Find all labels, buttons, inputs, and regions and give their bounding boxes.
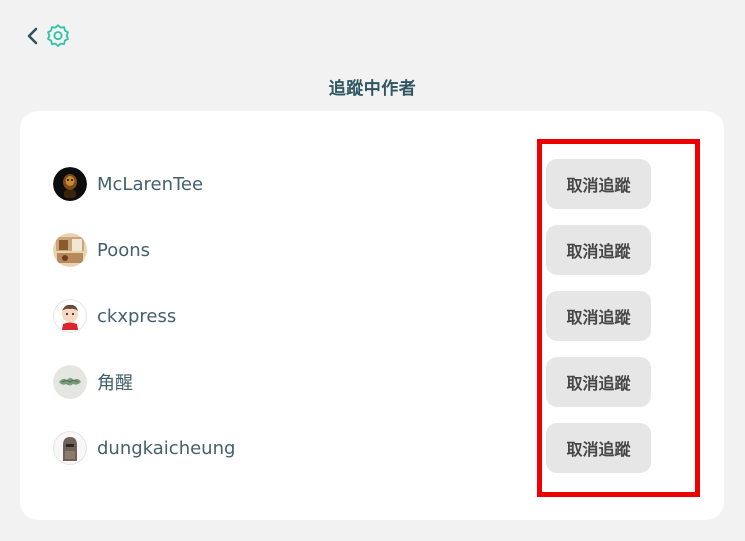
avatar[interactable] <box>53 299 87 333</box>
unfollow-button[interactable]: 取消追蹤 <box>546 291 651 341</box>
back-button[interactable] <box>24 24 42 48</box>
unfollow-button[interactable]: 取消追蹤 <box>546 423 651 473</box>
avatar[interactable] <box>53 365 87 399</box>
top-bar <box>24 18 72 54</box>
unfollow-button[interactable]: 取消追蹤 <box>546 225 651 275</box>
username[interactable]: dungkaicheung <box>97 438 235 459</box>
list-item: McLarenTee 取消追蹤 <box>53 159 651 209</box>
username[interactable]: 角醒 <box>97 369 133 395</box>
settings-button[interactable] <box>44 22 72 50</box>
list-item: Poons 取消追蹤 <box>53 225 651 275</box>
username[interactable]: ckxpress <box>97 306 176 327</box>
chevron-left-icon <box>27 27 38 45</box>
unfollow-button[interactable]: 取消追蹤 <box>546 357 651 407</box>
username[interactable]: Poons <box>97 240 150 261</box>
unfollow-button[interactable]: 取消追蹤 <box>546 159 651 209</box>
username[interactable]: McLarenTee <box>97 174 203 195</box>
list-item: dungkaicheung 取消追蹤 <box>53 423 651 473</box>
page-title: 追蹤中作者 <box>328 79 417 99</box>
avatar[interactable] <box>53 431 87 465</box>
avatar[interactable] <box>53 167 87 201</box>
list-item: 角醒 取消追蹤 <box>53 357 651 407</box>
gear-icon <box>47 24 69 47</box>
avatar[interactable] <box>53 233 87 267</box>
list-item: ckxpress 取消追蹤 <box>53 291 651 341</box>
